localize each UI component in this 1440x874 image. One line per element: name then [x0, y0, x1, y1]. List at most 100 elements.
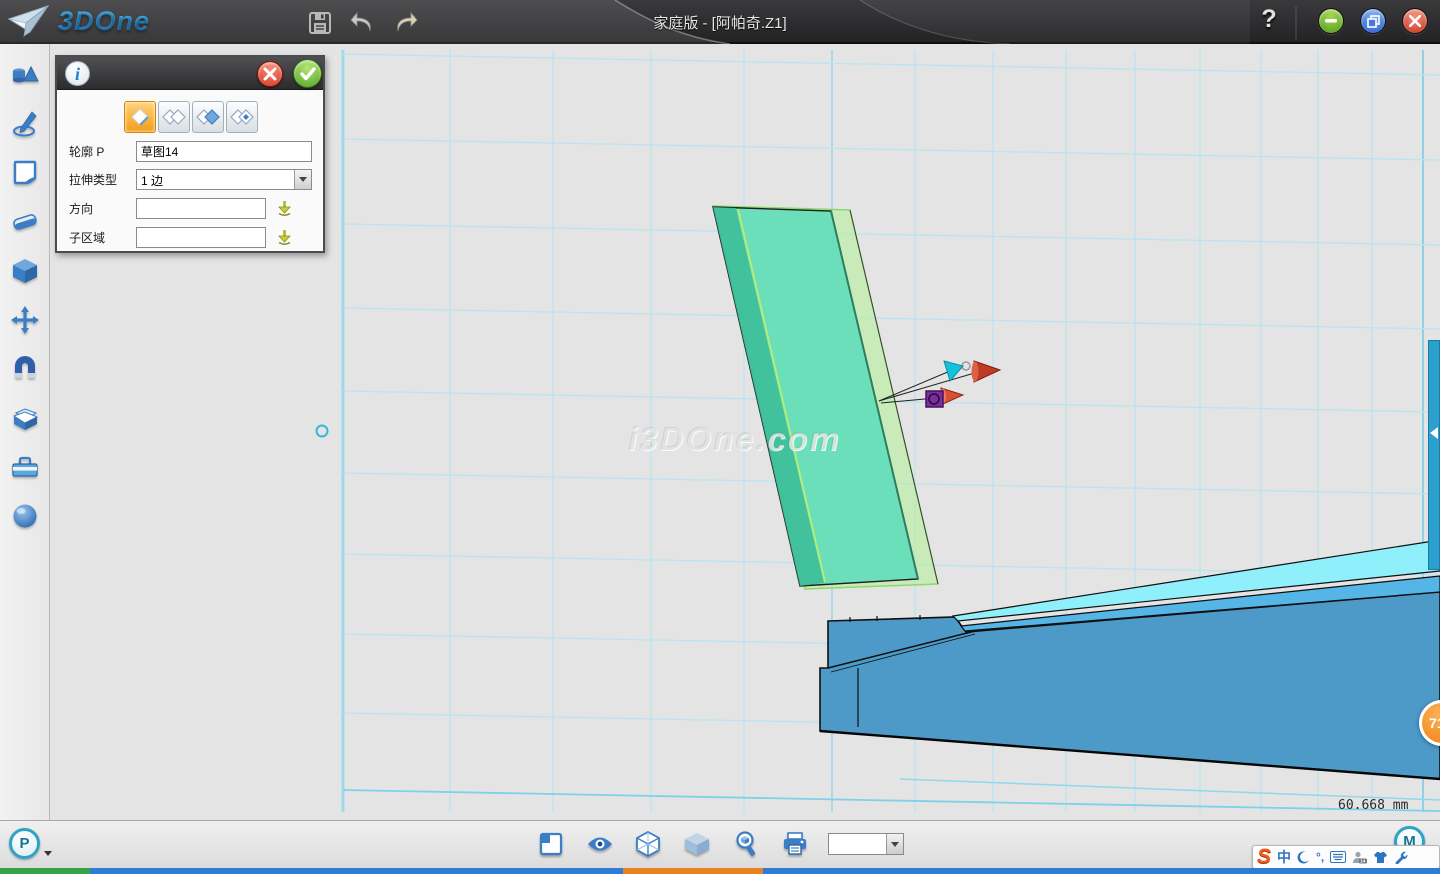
profile-input[interactable]	[136, 141, 312, 162]
wireframe-display-button[interactable]	[635, 831, 661, 857]
features-tool[interactable]	[9, 256, 41, 286]
diamond-dot-icon	[230, 107, 254, 127]
score-value: 71	[1429, 715, 1440, 731]
direction-label: 方向	[69, 200, 136, 217]
extrude-mode-buttons	[124, 101, 258, 133]
help-button[interactable]: ?	[1254, 5, 1284, 34]
extrude-dialog: i	[55, 55, 325, 253]
eye-icon	[587, 834, 613, 854]
ime-user-count: 14	[1360, 858, 1366, 863]
direction-row: 方向	[69, 198, 294, 219]
extrude-preview-shape[interactable]	[713, 206, 938, 589]
origin-marker	[317, 426, 328, 437]
ime-logo[interactable]: S	[1257, 846, 1271, 868]
mode-two-side-button[interactable]	[192, 101, 224, 133]
collapse-panel-tab[interactable]	[1428, 340, 1440, 570]
eraser-icon	[10, 207, 40, 237]
extrude-drag-handles[interactable]	[879, 361, 1000, 407]
ime-skin-button[interactable]	[1373, 851, 1388, 864]
subregion-label: 子区域	[69, 229, 136, 246]
extrude-type-row: 拉伸类型 1 边	[69, 169, 312, 190]
cancel-button[interactable]	[257, 61, 283, 87]
tshirt-icon	[1373, 851, 1388, 864]
combine-tool[interactable]	[9, 403, 41, 433]
ime-account-button[interactable]: 14	[1352, 851, 1367, 864]
keyboard-icon	[1330, 851, 1346, 863]
subregion-pick-button[interactable]	[274, 228, 294, 248]
view-toolbar	[0, 820, 1440, 868]
view-orientation-button[interactable]	[538, 831, 564, 857]
ime-language-bar: S 中 °, 14	[1252, 845, 1440, 869]
confirm-button[interactable]	[293, 59, 322, 88]
profile-row: 轮廓 P	[69, 141, 312, 162]
drag-cone-cyan[interactable]	[944, 361, 963, 381]
ime-fullwidth-toggle[interactable]	[1297, 851, 1310, 864]
diamond-icon	[130, 107, 150, 127]
extrude-type-value: 1 边	[141, 174, 163, 188]
primitives-tool[interactable]	[9, 60, 41, 90]
minimize-button[interactable]	[1318, 8, 1344, 34]
profile-letter: P	[19, 835, 29, 852]
profile-badge[interactable]: P	[9, 828, 40, 859]
cancel-x-icon	[263, 67, 277, 81]
direction-input[interactable]	[136, 198, 266, 219]
pick-arrow-icon	[276, 229, 293, 246]
sphere-icon	[10, 501, 40, 531]
printer-icon	[782, 832, 808, 856]
toolbox-icon	[10, 452, 40, 482]
view-preset-combobox[interactable]	[828, 833, 904, 855]
direction-pick-button[interactable]	[274, 199, 294, 219]
visibility-button[interactable]	[587, 831, 613, 857]
chevron-down-icon	[891, 842, 899, 847]
restore-button[interactable]	[1360, 8, 1386, 34]
select-dropdown-button[interactable]	[294, 170, 311, 189]
chevron-down-icon	[299, 177, 307, 182]
profile-menu-caret[interactable]	[44, 851, 52, 856]
dimension-label: 60.668 mm	[1338, 798, 1408, 813]
magnet-icon	[10, 354, 40, 384]
print-button[interactable]	[782, 831, 808, 857]
surface-icon	[10, 158, 40, 188]
sketch-pencil-icon	[10, 109, 40, 139]
combobox-dropdown-button[interactable]	[886, 834, 903, 854]
close-icon	[1409, 15, 1421, 27]
ime-keyboard-button[interactable]	[1330, 851, 1346, 863]
render-tool[interactable]	[9, 501, 41, 531]
close-button[interactable]	[1402, 8, 1428, 34]
mode-symmetric-button[interactable]	[158, 101, 190, 133]
assembly-tool[interactable]	[9, 354, 41, 384]
mode-one-side-button[interactable]	[124, 101, 156, 133]
zoom-button[interactable]	[733, 831, 759, 857]
corner-view-icon	[539, 832, 563, 856]
info-icon[interactable]: i	[65, 61, 90, 86]
taskbar-segment	[0, 868, 90, 874]
transform-tool[interactable]	[9, 305, 41, 335]
dialog-header[interactable]: i	[57, 57, 323, 90]
extrude-type-select[interactable]: 1 边	[136, 169, 312, 190]
double-diamond-icon	[162, 107, 186, 127]
sketch-tool[interactable]	[9, 109, 41, 139]
ime-punctuation-toggle[interactable]: °,	[1316, 850, 1324, 864]
minimize-icon	[1325, 19, 1337, 23]
subregion-input[interactable]	[136, 227, 266, 248]
confirm-check-icon	[300, 67, 316, 81]
chevron-left-icon	[1430, 427, 1438, 439]
shaded-display-button[interactable]	[684, 831, 710, 857]
cube-icon	[10, 256, 40, 286]
tools-tool[interactable]	[9, 452, 41, 482]
edit-tool[interactable]	[9, 207, 41, 237]
ime-settings-button[interactable]	[1394, 850, 1408, 864]
magnifier-icon	[734, 831, 758, 857]
os-taskbar-sliver	[0, 868, 1440, 874]
box-sheets-icon	[10, 403, 40, 433]
drag-cone-red-base	[972, 362, 979, 382]
taskbar-segment	[623, 868, 763, 874]
person-icon: 14	[1352, 851, 1367, 864]
mode-offset-button[interactable]	[226, 101, 258, 133]
shaded-cube-icon	[684, 832, 710, 856]
restore-icon	[1367, 15, 1380, 28]
profile-label: 轮廓 P	[69, 143, 136, 160]
ime-lang-toggle[interactable]: 中	[1277, 847, 1291, 867]
surface-tool[interactable]	[9, 158, 41, 188]
wireframe-cube-icon	[636, 831, 660, 857]
